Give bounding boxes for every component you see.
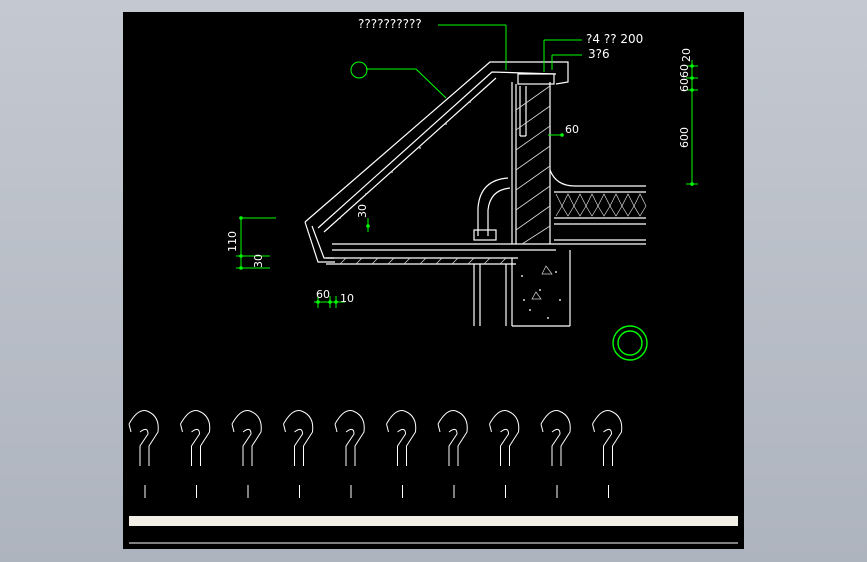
dim-right-600: 600 xyxy=(678,127,691,148)
dim-110: 110 xyxy=(226,231,239,252)
cad-canvas: ?????????? ?4 ?? 200 3?6 60 60 10 110 30… xyxy=(123,12,744,549)
dim-30-left: 30 xyxy=(252,254,265,268)
callout-rebar-label: ?4 ?? 200 xyxy=(586,32,643,46)
title-bar xyxy=(129,516,738,526)
drawing-viewport[interactable] xyxy=(123,12,744,549)
dim-60-bottom: 60 xyxy=(316,288,330,301)
dim-10-bottom: 10 xyxy=(340,292,354,305)
dim-right-60-upper: 60 xyxy=(678,64,691,78)
dim-30-gutter: 30 xyxy=(356,204,369,218)
callout-rebar2-label: 3?6 xyxy=(588,47,610,61)
callout-top-label: ?????????? xyxy=(358,17,422,31)
dim-right-20: 20 xyxy=(680,48,693,62)
dim-60-wall: 60 xyxy=(565,123,579,136)
dim-right-60-lower: 60 xyxy=(678,78,691,92)
